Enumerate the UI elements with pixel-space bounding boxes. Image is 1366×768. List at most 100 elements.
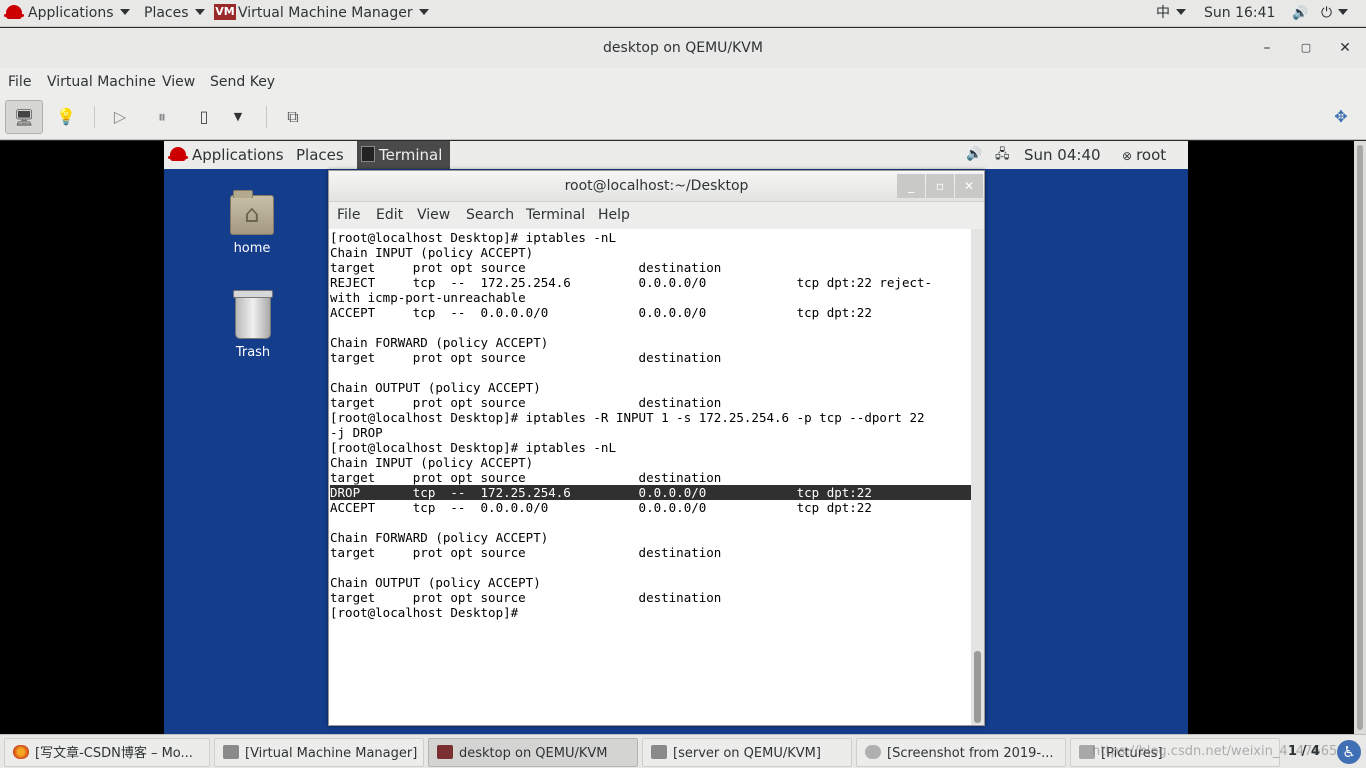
chevron-down-icon [1176,9,1186,15]
image-viewer-icon [865,745,881,759]
snapshots-button[interactable]: ⧉ [274,100,312,134]
maximize-button[interactable]: ▢ [1291,28,1321,68]
chevron-down-icon [418,9,429,15]
terminal-line: target prot opt source destination [330,545,722,560]
details-view-button[interactable]: 💡 [47,100,85,134]
terminal-selected-line: DROP tcp -- 172.25.254.6 0.0.0.0/0 tcp d… [330,485,971,500]
terminal-scrollbar[interactable] [971,229,984,725]
terminal-line: Chain FORWARD (policy ACCEPT) [330,335,549,350]
host-applications-menu[interactable]: Applications [4,0,130,27]
terminal-title: root@localhost:~/Desktop [564,178,749,194]
console-view-button[interactable]: 🖥 [5,100,43,134]
taskbar-item-desktop-vm[interactable]: desktop on QEMU/KVM [428,738,638,767]
terminal-line: [root@localhost Desktop]# iptables -nL [330,440,616,455]
toolbar-separator [94,106,95,128]
chevron-down-icon [1338,9,1349,15]
terminal-line: target prot opt source destination [330,350,722,365]
desktop-icon-trash[interactable]: Trash [213,290,293,360]
vm-toolbar: 🖥 💡 ▷ ⏸ ▯ ▼ ⧉ ✥ [0,96,1366,140]
vm-menu-file[interactable]: File [8,68,31,96]
terminal-menubar: File Edit View Search Terminal Help [329,202,984,229]
vm-manager-icon: VM [214,3,236,20]
terminal-line: target prot opt source destination [330,395,722,410]
volume-icon[interactable]: 🔊 [1292,0,1308,27]
pause-button[interactable]: ⏸ [143,100,181,134]
desktop-icon-label: Trash [235,345,271,360]
home-folder-icon [230,190,274,235]
vm-menu-send-key[interactable]: Send Key [210,68,275,96]
terminal-menu-file[interactable]: File [337,202,360,229]
terminal-menu-edit[interactable]: Edit [376,202,403,229]
snapshot-icon: ⧉ [287,107,299,126]
lightbulb-icon: 💡 [56,107,76,126]
terminal-line: [root@localhost Desktop]# iptables -R IN… [330,410,925,425]
terminal-close-button[interactable]: ✕ [955,174,983,198]
guest-volume-icon[interactable]: 🔊 [966,141,982,169]
guest-applications-menu[interactable]: Applications [168,141,284,169]
accessibility-icon[interactable]: ♿ [1337,740,1361,764]
desktop-icon-label: home [233,241,271,256]
taskbar-item-screenshot[interactable]: [Screenshot from 2019-... [856,738,1066,767]
toolbar-separator [266,106,267,128]
chevron-down-icon [119,9,130,15]
shutdown-menu-button[interactable]: ▼ [223,100,253,134]
terminal-menu-search[interactable]: Search [466,202,514,229]
power-icon[interactable]: ⏻ [1321,0,1349,27]
terminal-line: [root@localhost Desktop]# [330,605,526,620]
scrollbar-thumb[interactable] [974,651,981,723]
vm-manager-icon [437,745,453,759]
guest-top-bar: Applications Places Terminal 🔊 🖧 Sun 04:… [164,141,1188,169]
close-button[interactable]: ✕ [1330,28,1360,68]
terminal-output[interactable]: [root@localhost Desktop]# iptables -nL Ch… [329,229,971,725]
desktop-icon-home[interactable]: home [212,190,292,256]
workspace-pager[interactable]: 1 / 4 [1288,735,1320,768]
guest-places-menu[interactable]: Places [296,141,344,169]
host-places-menu[interactable]: Places [144,0,205,27]
vm-menu-virtual-machine[interactable]: Virtual Machine [47,68,156,96]
scrollbar-thumb[interactable] [1357,145,1363,730]
vm-window-title: desktop on QEMU/KVM [603,40,763,56]
taskbar-item-firefox[interactable]: [写文章-CSDN博客 – Mo... [4,738,210,767]
terminal-menu-help[interactable]: Help [598,202,630,229]
guest-desktop[interactable]: Applications Places Terminal 🔊 🖧 Sun 04:… [164,141,1188,734]
vm-manager-icon [223,745,239,759]
host-taskbar: [写文章-CSDN博客 – Mo... [Virtual Machine Man… [0,734,1366,768]
power-off-icon: ▯ [199,107,209,126]
run-button[interactable]: ▷ [101,100,139,134]
shutdown-button[interactable]: ▯ [185,100,223,134]
fullscreen-button[interactable]: ✥ [1322,100,1360,134]
terminal-line: REJECT tcp -- 172.25.254.6 0.0.0.0/0 tcp… [330,275,933,290]
host-clock[interactable]: Sun 16:41 [1204,0,1275,27]
terminal-line: with icmp-port-unreachable [330,290,526,305]
terminal-line: ACCEPT tcp -- 0.0.0.0/0 0.0.0.0/0 tcp dp… [330,305,872,320]
terminal-line: [root@localhost Desktop]# iptables -nL [330,230,616,245]
guest-user-menu[interactable]: ⊗ root [1122,141,1166,170]
terminal-menu-terminal[interactable]: Terminal [526,202,585,229]
guest-network-icon[interactable]: 🖧 [995,141,1010,169]
terminal-minimize-button[interactable]: _ [897,174,925,198]
terminal-line: Chain INPUT (policy ACCEPT) [330,455,534,470]
terminal-menu-view[interactable]: View [417,202,450,229]
terminal-maximize-button[interactable]: ▫ [926,174,954,198]
chevron-down-icon [194,9,205,15]
terminal-line: Chain OUTPUT (policy ACCEPT) [330,575,541,590]
redhat-icon [4,4,24,19]
guest-terminal-task[interactable]: Terminal [357,141,451,169]
vm-menu-view[interactable]: View [162,68,195,96]
input-method-indicator[interactable]: 中 [1156,0,1186,27]
guest-clock[interactable]: Sun 04:40 [1024,141,1101,169]
vm-display-scrollbar[interactable] [1354,141,1366,734]
host-app-menu[interactable]: VM Virtual Machine Manager [214,0,429,27]
taskbar-item-server-vm[interactable]: [server on QEMU/KVM] [642,738,852,767]
firefox-icon [13,745,29,759]
vm-window-titlebar: desktop on QEMU/KVM – ▢ ✕ [0,28,1366,68]
terminal-titlebar[interactable]: root@localhost:~/Desktop _ ▫ ✕ [329,171,984,202]
taskbar-item-vm-manager[interactable]: [Virtual Machine Manager] [214,738,424,767]
terminal-icon [361,146,375,162]
terminal-line: target prot opt source destination [330,260,722,275]
minimize-button[interactable]: – [1252,28,1282,68]
